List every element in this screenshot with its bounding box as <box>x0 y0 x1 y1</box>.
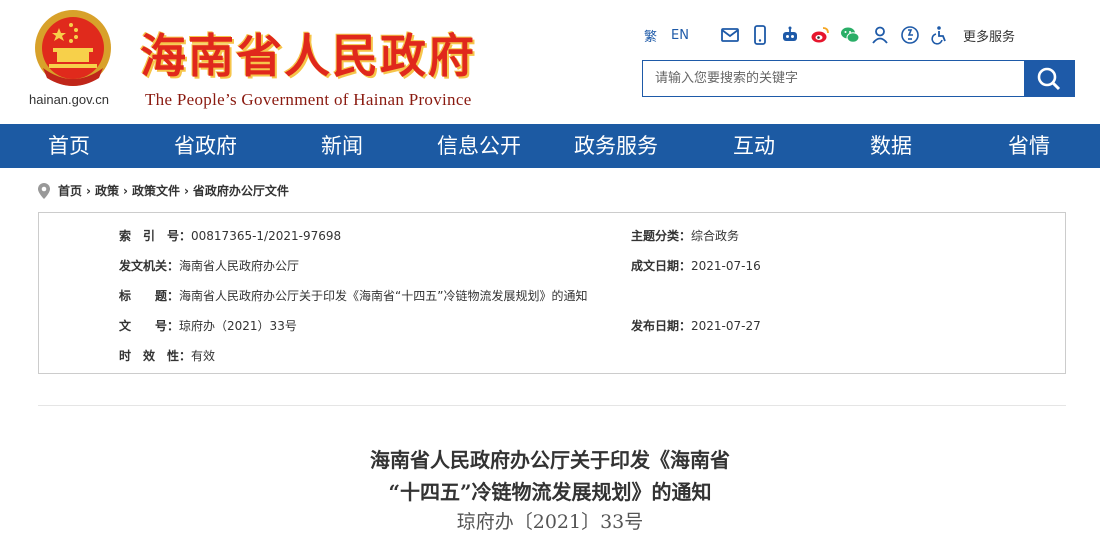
nav-item-province-info[interactable]: 省情 <box>1008 124 1050 168</box>
search-button[interactable] <box>1024 61 1074 96</box>
breadcrumb-office-documents[interactable]: 省政府办公厅文件 <box>193 182 289 199</box>
info-validity-value: 有效 <box>191 349 216 363</box>
site-title[interactable]: 海南省人民政府 <box>140 20 476 86</box>
mobile-icon[interactable] <box>749 24 771 46</box>
breadcrumb: 首页 › 政策 › 政策文件 › 省政府办公厅文件 <box>38 182 289 199</box>
breadcrumb-separator: › <box>122 183 128 198</box>
info-docno-label: 文 号： <box>119 319 180 333</box>
accessibility-icon[interactable] <box>929 24 951 46</box>
info-created-row: 成文日期：2021-07-16 <box>631 257 761 274</box>
national-emblem-icon <box>35 10 111 86</box>
info-topic-label: 主题分类： <box>631 229 692 243</box>
wechat-icon[interactable] <box>839 24 861 46</box>
breadcrumb-separator: › <box>183 183 189 198</box>
breadcrumb-home[interactable]: 首页 <box>58 182 82 199</box>
main-nav: 首页 省政府 新闻 信息公开 政务服务 互动 数据 省情 <box>0 124 1100 168</box>
location-pin-icon <box>38 182 50 199</box>
info-created-label: 成文日期： <box>631 259 692 273</box>
document-title-line-2: “十四五”冷链物流发展规划》的通知 <box>388 480 712 504</box>
more-services-link[interactable]: 更多服务 <box>963 26 1015 45</box>
lang-traditional-link[interactable]: 繁 <box>644 26 657 45</box>
nav-item-data[interactable]: 数据 <box>870 124 912 168</box>
info-title-row: 标 题：海南省人民政府办公厅关于印发《海南省“十四五”冷链物流发展规划》的通知 <box>119 287 587 304</box>
info-topic-value: 综合政务 <box>691 229 740 243</box>
nav-item-interaction[interactable]: 互动 <box>733 124 775 168</box>
info-index-label: 索 引 号： <box>119 229 192 243</box>
nav-item-info-disclosure[interactable]: 信息公开 <box>437 124 521 168</box>
info-published-label: 发布日期： <box>631 319 692 333</box>
info-title-value: 海南省人民政府办公厅关于印发《海南省“十四五”冷链物流发展规划》的通知 <box>179 289 588 303</box>
document-info-box: 索 引 号：00817365-1/2021-97698 主题分类：综合政务 发文… <box>38 212 1066 374</box>
info-validity-label: 时 效 性： <box>119 349 192 363</box>
content-divider <box>38 405 1066 406</box>
info-validity-row: 时 效 性：有效 <box>119 347 215 364</box>
site-subtitle: The People’s Government of Hainan Provin… <box>145 90 472 109</box>
nav-item-home[interactable]: 首页 <box>48 124 90 168</box>
search-input[interactable] <box>643 61 1024 96</box>
weibo-icon[interactable] <box>809 24 831 46</box>
lang-english-link[interactable]: EN <box>671 28 689 43</box>
info-index-value: 00817365-1/2021-97698 <box>191 229 342 243</box>
nav-item-gov-services[interactable]: 政务服务 <box>574 124 658 168</box>
user-icon[interactable] <box>869 24 891 46</box>
document-title-line-1: 海南省人民政府办公厅关于印发《海南省 <box>370 448 730 472</box>
nav-item-government[interactable]: 省政府 <box>174 124 237 168</box>
info-index-row: 索 引 号：00817365-1/2021-97698 <box>119 227 341 244</box>
info-issuer-value: 海南省人民政府办公厅 <box>179 259 300 273</box>
info-topic-row: 主题分类：综合政务 <box>631 227 739 244</box>
info-published-row: 发布日期：2021-07-27 <box>631 317 761 334</box>
info-docno-row: 文 号：琼府办（2021）33号 <box>119 317 297 334</box>
info-created-value: 2021-07-16 <box>691 259 761 273</box>
header-toolbar: 繁 EN 更多服务 <box>644 24 1015 46</box>
site-header: hainan.gov.cn 海南省人民政府 The People’s Gover… <box>0 0 1100 124</box>
breadcrumb-policy-documents[interactable]: 政策文件 <box>132 182 180 199</box>
mail-icon[interactable] <box>719 24 741 46</box>
breadcrumb-policy[interactable]: 政策 <box>95 182 119 199</box>
info-issuer-row: 发文机关：海南省人民政府办公厅 <box>119 257 299 274</box>
robot-icon[interactable] <box>779 24 801 46</box>
info-title-label: 标 题： <box>119 289 180 303</box>
info-published-value: 2021-07-27 <box>691 319 761 333</box>
elderly-mode-icon[interactable] <box>899 24 921 46</box>
search-icon <box>1037 67 1061 90</box>
info-docno-value: 琼府办（2021）33号 <box>179 319 297 333</box>
document-number: 琼府办〔2021〕33号 <box>456 511 644 533</box>
info-issuer-label: 发文机关： <box>119 259 180 273</box>
nav-item-news[interactable]: 新闻 <box>321 124 363 168</box>
search-box <box>642 60 1075 97</box>
breadcrumb-separator: › <box>86 183 91 198</box>
site-domain: hainan.gov.cn <box>29 92 109 107</box>
